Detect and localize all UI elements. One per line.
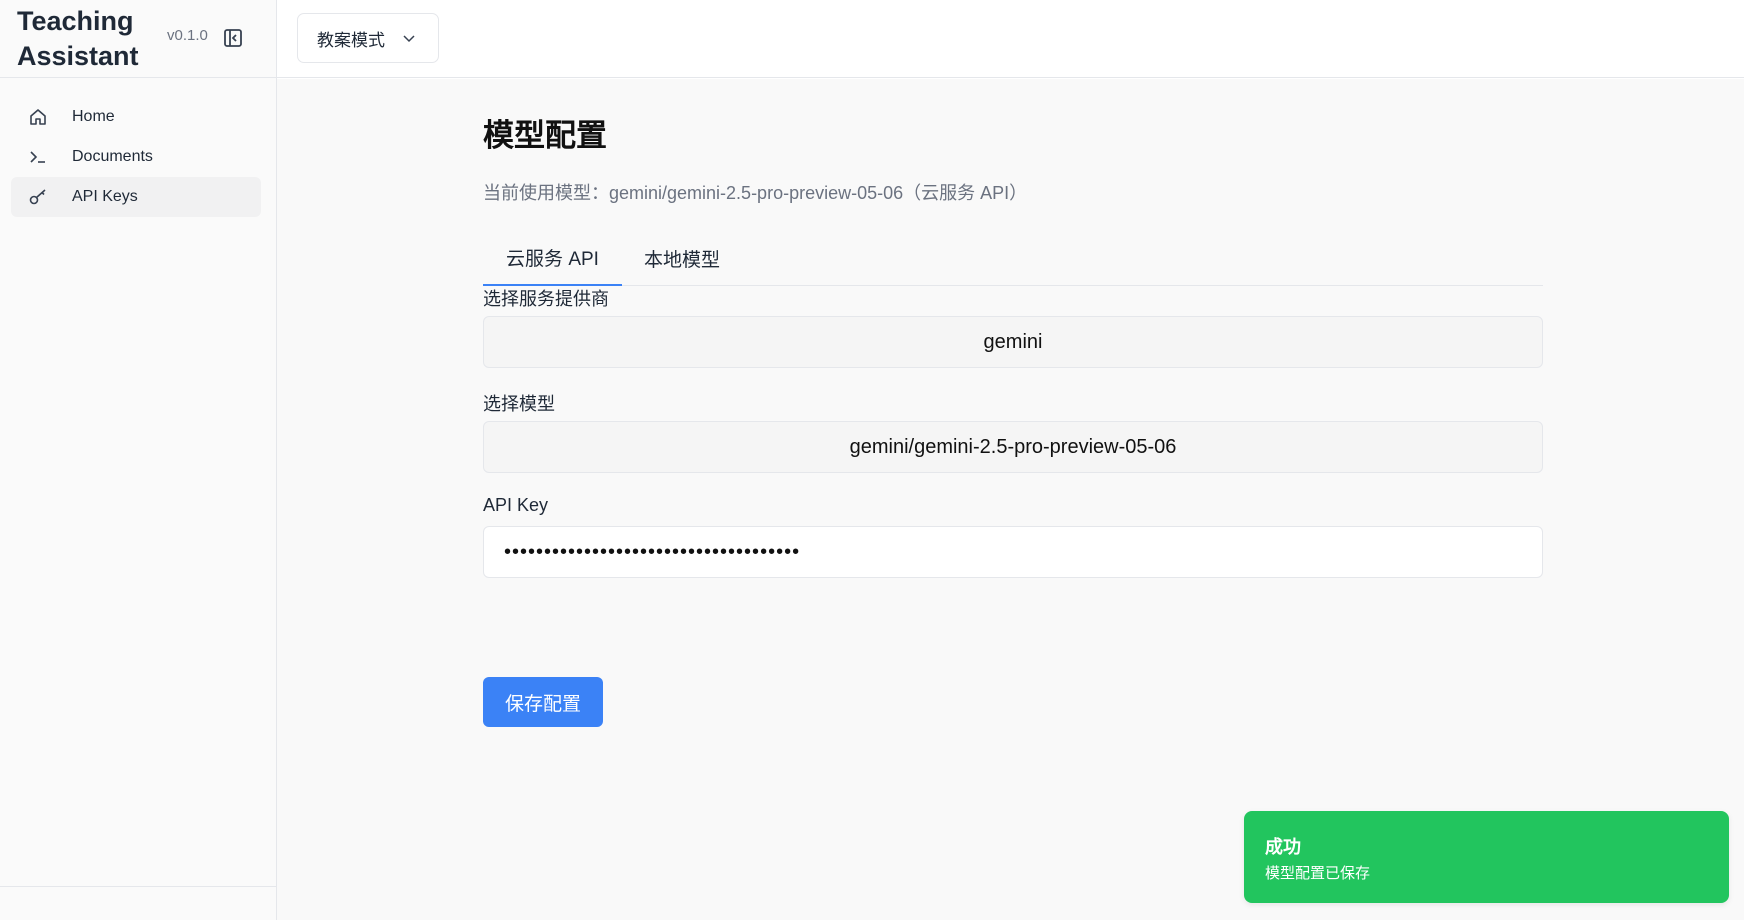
- version-label: v0.1.0: [167, 27, 208, 44]
- sidebar-nav: Home Documents API Keys: [11, 97, 261, 217]
- sidebar-header: Teaching Assistant v0.1.0: [0, 0, 276, 78]
- api-key-label: API Key: [483, 495, 549, 515]
- save-config-button[interactable]: 保存配置: [483, 677, 603, 727]
- tab-cloud-api[interactable]: 云服务 API: [483, 231, 622, 286]
- mode-select[interactable]: 教案模式: [297, 13, 439, 63]
- key-icon: [27, 186, 49, 208]
- api-key-input[interactable]: •••••••••••••••••••••••••••••••••••••: [483, 526, 1543, 578]
- tab-bar: 云服务 API 本地模型: [483, 231, 1543, 286]
- toast-message: 模型配置已保存: [1265, 865, 1371, 882]
- provider-select[interactable]: gemini: [483, 316, 1543, 368]
- home-icon: [27, 106, 49, 128]
- success-toast: 成功 模型配置已保存: [1244, 811, 1729, 903]
- sidebar-item-api-keys[interactable]: API Keys: [11, 177, 261, 217]
- current-model-text: 当前使用模型：gemini/gemini-2.5-pro-preview-05-…: [483, 183, 1028, 203]
- mode-select-label: 教案模式: [317, 30, 385, 50]
- toast-title: 成功: [1265, 837, 1301, 857]
- chevron-down-icon: [402, 31, 416, 51]
- sidebar-collapse-icon[interactable]: [222, 27, 244, 49]
- model-label: 选择模型: [483, 394, 555, 414]
- topbar: 教案模式: [277, 0, 1744, 78]
- sidebar-footer-divider: [0, 886, 276, 887]
- main-content: 模型配置 当前使用模型：gemini/gemini-2.5-pro-previe…: [277, 79, 1744, 920]
- model-select[interactable]: gemini/gemini-2.5-pro-preview-05-06: [483, 421, 1543, 473]
- sidebar-item-home[interactable]: Home: [11, 97, 261, 137]
- page-title: 模型配置: [483, 118, 607, 153]
- tab-local-model[interactable]: 本地模型: [622, 231, 742, 286]
- sidebar-item-label: Home: [72, 108, 115, 125]
- provider-label: 选择服务提供商: [483, 289, 609, 309]
- sidebar-item-label: Documents: [72, 148, 153, 165]
- sidebar-item-label: API Keys: [72, 188, 138, 205]
- terminal-icon: [27, 146, 49, 168]
- sidebar: Teaching Assistant v0.1.0 Home Documents…: [0, 0, 277, 920]
- app-title: Teaching Assistant: [17, 6, 139, 71]
- sidebar-item-documents[interactable]: Documents: [11, 137, 261, 177]
